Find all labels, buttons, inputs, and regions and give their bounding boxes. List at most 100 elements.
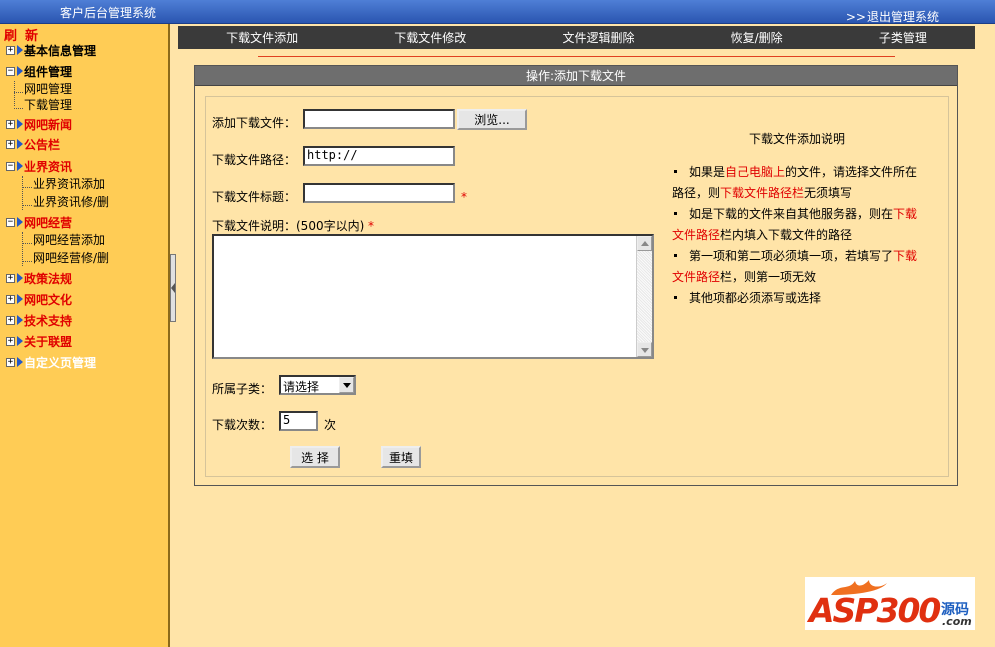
bullet-icon: [674, 211, 677, 215]
select-button[interactable]: 选 择: [290, 446, 340, 468]
sidebar-item-support[interactable]: + 技术支持: [6, 311, 72, 329]
sidebar-subitem-label: 业界资讯修/删: [33, 195, 110, 209]
help-note: 其他项都必须添写或选择: [672, 288, 922, 309]
sidebar-item-label: 关于联盟: [24, 334, 73, 349]
triangle-up-icon: [641, 241, 649, 246]
expand-icon[interactable]: +: [6, 357, 15, 367]
expand-icon[interactable]: +: [6, 273, 15, 283]
bullet-icon: [674, 253, 677, 257]
tab-restore-delete[interactable]: 恢复/删除: [731, 29, 783, 46]
sidebar-item-custom-pages[interactable]: + 自定义页管理: [6, 353, 96, 371]
browse-button[interactable]: 浏览...: [457, 109, 527, 130]
asp300-logo: ASP300 源码 .com: [805, 577, 975, 630]
count-input[interactable]: 5: [279, 411, 318, 431]
collapse-icon[interactable]: −: [6, 217, 15, 227]
sidebar-subitem-netbar[interactable]: 网吧管理: [14, 80, 72, 97]
panel-title: 操作:添加下载文件: [195, 66, 957, 86]
expand-icon[interactable]: +: [6, 139, 15, 149]
sidebar-item-label: 网吧经营: [24, 215, 73, 230]
expand-icon[interactable]: +: [6, 336, 15, 346]
collapse-icon[interactable]: −: [6, 66, 15, 76]
sidebar-subitem-label: 网吧经营修/删: [33, 251, 110, 265]
reset-button[interactable]: 重填: [381, 446, 421, 468]
help-note: 第一项和第二项必须填一项，若填写了下载文件路径栏，则第一项无效: [672, 249, 918, 284]
sidebar-item-label: 自定义页管理: [24, 355, 97, 370]
sidebar-item-basic-info[interactable]: + 基本信息管理: [6, 41, 96, 59]
tab-bar: 下载文件添加 下载文件修改 文件逻辑删除 恢复/删除 子类管理: [178, 26, 975, 49]
arrow-icon: [17, 66, 23, 76]
expand-icon[interactable]: +: [6, 45, 15, 55]
arrow-icon: [17, 161, 23, 171]
tab-edit-download[interactable]: 下载文件修改: [394, 29, 466, 46]
tree-connector: [22, 180, 32, 188]
tree-connector: [22, 254, 32, 262]
app-title: 客户后台管理系统: [60, 6, 157, 20]
scroll-up-button[interactable]: [637, 236, 652, 251]
logout-label: 退出管理系统: [866, 10, 939, 24]
sidebar-subitem-label: 下载管理: [24, 98, 73, 112]
sidebar-item-label: 基本信息管理: [24, 43, 97, 58]
tab-subcategory[interactable]: 子类管理: [879, 29, 927, 46]
sidebar: 刷新 + 基本信息管理 − 组件管理 网吧管理 下载管理 + 网吧新闻 + 公告…: [0, 24, 170, 647]
arrow-icon: [17, 357, 23, 367]
tree-connector: [14, 85, 23, 93]
divider: [258, 56, 895, 57]
scroll-down-button[interactable]: [637, 342, 652, 357]
tree-connector: [22, 236, 32, 244]
title-input[interactable]: [303, 183, 455, 203]
tree-connector: [22, 198, 32, 206]
arrow-icon: [17, 294, 23, 304]
expand-icon[interactable]: +: [6, 119, 15, 129]
logout-link[interactable]: >>退出管理系统: [846, 8, 939, 25]
bullet-icon: [674, 295, 677, 299]
count-label: 下载次数：: [212, 418, 273, 432]
category-label: 所属子类：: [212, 382, 273, 396]
expand-icon[interactable]: +: [6, 315, 15, 325]
tree-connector: [14, 101, 23, 109]
sidebar-item-industry[interactable]: − 业界资讯: [6, 157, 72, 175]
sidebar-item-news[interactable]: + 网吧新闻: [6, 115, 72, 133]
collapse-icon[interactable]: −: [6, 161, 15, 171]
sidebar-item-label: 网吧文化: [24, 292, 73, 307]
top-bar: 客户后台管理系统 >>退出管理系统: [0, 0, 995, 24]
sidebar-subitem-industry-add[interactable]: 业界资讯添加: [22, 175, 105, 192]
dropdown-button[interactable]: [339, 377, 354, 393]
count-unit: 次: [324, 418, 337, 432]
arrow-icon: [17, 45, 23, 55]
desc-textarea[interactable]: [212, 234, 654, 359]
file-input[interactable]: [303, 109, 455, 129]
tab-logical-delete[interactable]: 文件逻辑删除: [562, 29, 634, 46]
sidebar-item-bulletin[interactable]: + 公告栏: [6, 135, 60, 153]
sidebar-item-operations[interactable]: − 网吧经营: [6, 213, 72, 231]
required-mark: *: [368, 219, 374, 233]
sidebar-subitem-operations-add[interactable]: 网吧经营添加: [22, 231, 105, 248]
sidebar-item-label: 公告栏: [24, 137, 61, 152]
sidebar-item-label: 网吧新闻: [24, 117, 73, 132]
sidebar-item-culture[interactable]: + 网吧文化: [6, 290, 72, 308]
desc-label: 下载文件说明：(500字以内): [212, 219, 365, 233]
logo-main-text: ASP300: [809, 591, 941, 630]
sidebar-item-components[interactable]: − 组件管理: [6, 62, 72, 80]
sidebar-item-about[interactable]: + 关于联盟: [6, 332, 72, 350]
tab-add-download[interactable]: 下载文件添加: [226, 29, 298, 46]
path-input[interactable]: http://: [303, 146, 455, 166]
sidebar-subitem-operations-edit[interactable]: 网吧经营修/删: [22, 249, 109, 266]
help-note: 如果是自己电脑上的文件，请选择文件所在路径，则下载文件路径栏无须填写: [672, 165, 918, 200]
title-label: 下载文件标题：: [212, 190, 297, 204]
bullet-icon: [674, 169, 677, 173]
arrow-icon: [17, 139, 23, 149]
logout-arrow-icon: >>: [845, 10, 866, 24]
arrow-icon: [17, 273, 23, 283]
sidebar-subitem-label: 网吧管理: [24, 82, 73, 96]
category-select[interactable]: 请选择: [279, 375, 356, 395]
logo-domain-text: .com: [942, 615, 972, 628]
sidebar-item-policy[interactable]: + 政策法规: [6, 269, 72, 287]
scrollbar[interactable]: [636, 236, 652, 357]
expand-icon[interactable]: +: [6, 294, 15, 304]
sidebar-subitem-download[interactable]: 下载管理: [14, 96, 72, 113]
file-label: 添加下载文件：: [212, 116, 297, 130]
sidebar-item-label: 政策法规: [24, 271, 73, 286]
sidebar-collapse-handle[interactable]: [170, 254, 176, 322]
chevron-left-icon: [171, 283, 175, 293]
sidebar-subitem-industry-edit[interactable]: 业界资讯修/删: [22, 193, 109, 210]
